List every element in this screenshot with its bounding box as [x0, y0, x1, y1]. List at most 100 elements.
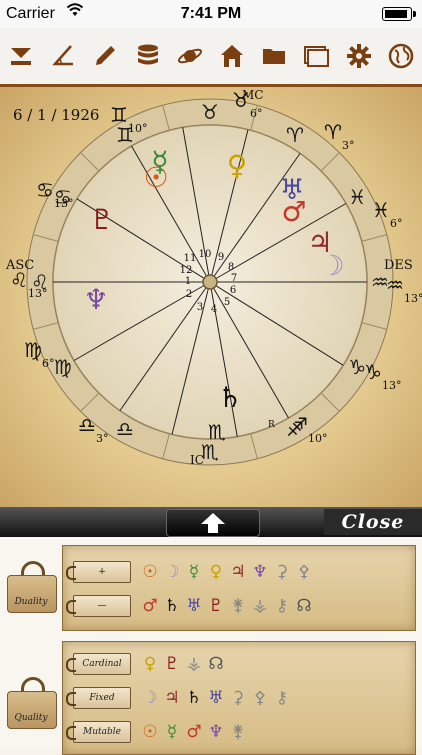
duality-box: + ☉ ☽ ☿ ♀ ♃ ♆ ⚳ ⚴ — ♂ ♄ ♅ ♇ ⚵ ⚶ ⚷ ☊: [62, 545, 416, 631]
cusp-sign: ♑: [364, 360, 382, 384]
planet-glyph[interactable]: ♄: [217, 381, 242, 414]
planet-glyph[interactable]: ♆: [205, 721, 227, 743]
planet-glyph[interactable]: ♇: [161, 653, 183, 675]
planet-glyph[interactable]: ♂: [281, 195, 306, 228]
mutable-button[interactable]: Mutable: [66, 721, 131, 743]
duality-row-minus: — ♂ ♄ ♅ ♇ ⚵ ⚶ ⚷ ☊: [66, 594, 315, 618]
duality-minus-button[interactable]: —: [66, 595, 131, 617]
house-number: 12: [180, 265, 193, 276]
house-number: 11: [184, 253, 197, 264]
expand-handle[interactable]: [166, 509, 260, 537]
quality-row-cardinal: Cardinal ♀ ♇ ⚶ ☊: [66, 652, 227, 676]
planet-glyph[interactable]: ♀: [227, 149, 248, 182]
cusp-sign: ♎: [78, 413, 96, 437]
cusp-sign: ♐: [290, 413, 308, 437]
planet-glyph[interactable]: ⚷: [271, 687, 293, 709]
cusp-sign: ♊: [110, 103, 128, 127]
planet-glyph[interactable]: ☿: [151, 145, 168, 178]
cusp-degree: 13°: [404, 292, 422, 305]
planet-glyph[interactable]: ♃: [227, 561, 249, 583]
gear-icon[interactable]: [343, 40, 375, 72]
natal-chart[interactable]: ♉ ♈ ♓ ♒ ♑ ♐ ♏ ♎ ♍ ♌ ♋ ♊ 1 2 3 4 5 6 7 8 9 10 11 12 ♉ 6° ♈ 3° ♓ 6° ♒ 1…: [0, 87, 422, 507]
cusp-sign: ♍: [24, 338, 42, 362]
chart-date: 6 / 1 / 1926: [13, 106, 99, 124]
planet-glyph[interactable]: ⚴: [293, 561, 315, 583]
house-number: 7: [231, 273, 237, 284]
duality-label: Duality: [14, 597, 48, 607]
planet-glyph[interactable]: ☿: [183, 561, 205, 583]
planet-glyph[interactable]: ♆: [249, 561, 271, 583]
ring-sign: ♓: [348, 185, 366, 209]
planet-glyph[interactable]: ♆: [83, 283, 108, 316]
planet-glyph[interactable]: ♃: [161, 687, 183, 709]
quality-label: Quality: [14, 713, 48, 723]
planet-glyph[interactable]: ⚶: [183, 653, 205, 675]
fixed-button[interactable]: Fixed: [66, 687, 131, 709]
attributes-panel: Duality + ☉ ☽ ☿ ♀ ♃ ♆ ⚳ ⚴ — ♂ ♄ ♅ ♇ ⚵ ⚶ ⚷ ☊ Quality Ca…: [0, 537, 422, 755]
quality-tag: Quality: [3, 677, 57, 729]
cusp-degree: 13°: [382, 379, 402, 392]
planet-glyph[interactable]: ♇: [205, 595, 227, 617]
planet-glyph[interactable]: ♀: [139, 653, 161, 675]
ring-sign: ♍: [54, 355, 72, 379]
cusp-degree: 3°: [342, 139, 355, 152]
planet-glyph[interactable]: ♀: [205, 561, 227, 583]
quality-row-mutable: Mutable ☉ ☿ ♂ ♆ ⚵: [66, 720, 249, 744]
planet-glyph[interactable]: ⚳: [227, 687, 249, 709]
globe-icon[interactable]: [385, 40, 417, 72]
planet-glyph[interactable]: ⚷: [271, 595, 293, 617]
cusp-degree: 6°: [42, 357, 55, 370]
cusp-degree: 10°: [308, 432, 328, 445]
planet-glyph[interactable]: ☿: [161, 721, 183, 743]
planet-glyph[interactable]: ⚴: [249, 687, 271, 709]
planet-glyph[interactable]: ☉: [139, 561, 161, 583]
ic-label: IC: [190, 453, 204, 467]
planet-glyph[interactable]: ⚶: [249, 595, 271, 617]
planet-glyph[interactable]: ☊: [205, 653, 227, 675]
duality-plus-button[interactable]: +: [66, 561, 131, 583]
ring-sign: ♎: [116, 417, 134, 441]
planet-glyph[interactable]: ☽: [139, 687, 161, 709]
planet-glyph[interactable]: ☽: [319, 249, 344, 282]
download-icon[interactable]: [5, 40, 37, 72]
cusp-degree: 13°: [54, 197, 74, 210]
cusp-sign: ♈: [324, 120, 342, 144]
des-label: DES: [384, 258, 413, 273]
planet-glyph[interactable]: ♅: [183, 595, 205, 617]
planet-glyph[interactable]: ☽: [161, 561, 183, 583]
database-icon[interactable]: [132, 40, 164, 72]
cusp-sign: ♓: [372, 198, 390, 222]
cusp-sign: ♋: [36, 178, 54, 202]
cardinal-button[interactable]: Cardinal: [66, 653, 131, 675]
drawer-bar: Close: [0, 507, 422, 537]
cusp-sign: ♒: [386, 273, 404, 297]
folder-icon[interactable]: [258, 40, 290, 72]
battery-icon: [382, 7, 416, 21]
cusp-degree: 3°: [96, 432, 109, 445]
angle-icon[interactable]: [47, 40, 79, 72]
house-number: 5: [224, 297, 230, 308]
planet-glyph[interactable]: ♂: [139, 595, 161, 617]
planet-glyph[interactable]: ♅: [205, 687, 227, 709]
house-icon[interactable]: [216, 40, 248, 72]
planet-glyph[interactable]: ♇: [89, 203, 114, 236]
planet-glyph[interactable]: ⚳: [271, 561, 293, 583]
planet-glyph[interactable]: ⚵: [227, 595, 249, 617]
window-icon[interactable]: [300, 40, 332, 72]
planet-glyph[interactable]: ♂: [183, 721, 205, 743]
planet-glyph[interactable]: ♄: [183, 687, 205, 709]
planet-glyph[interactable]: ♄: [161, 595, 183, 617]
cusp-degree: 10°: [128, 122, 148, 135]
pencil-icon[interactable]: [89, 40, 121, 72]
status-time: 7:41 PM: [180, 5, 242, 22]
cusp-sign: ♏: [208, 420, 226, 444]
house-number: 3: [197, 302, 203, 313]
planet-glyph[interactable]: ⚵: [227, 721, 249, 743]
planet-icon[interactable]: [174, 40, 206, 72]
ring-sign: ♉: [201, 100, 219, 124]
planet-glyph[interactable]: ☊: [293, 595, 315, 617]
duality-tag: Duality: [3, 561, 57, 613]
ring-sign: ♈: [286, 123, 304, 147]
close-button[interactable]: Close: [324, 509, 422, 535]
planet-glyph[interactable]: ☉: [139, 721, 161, 743]
